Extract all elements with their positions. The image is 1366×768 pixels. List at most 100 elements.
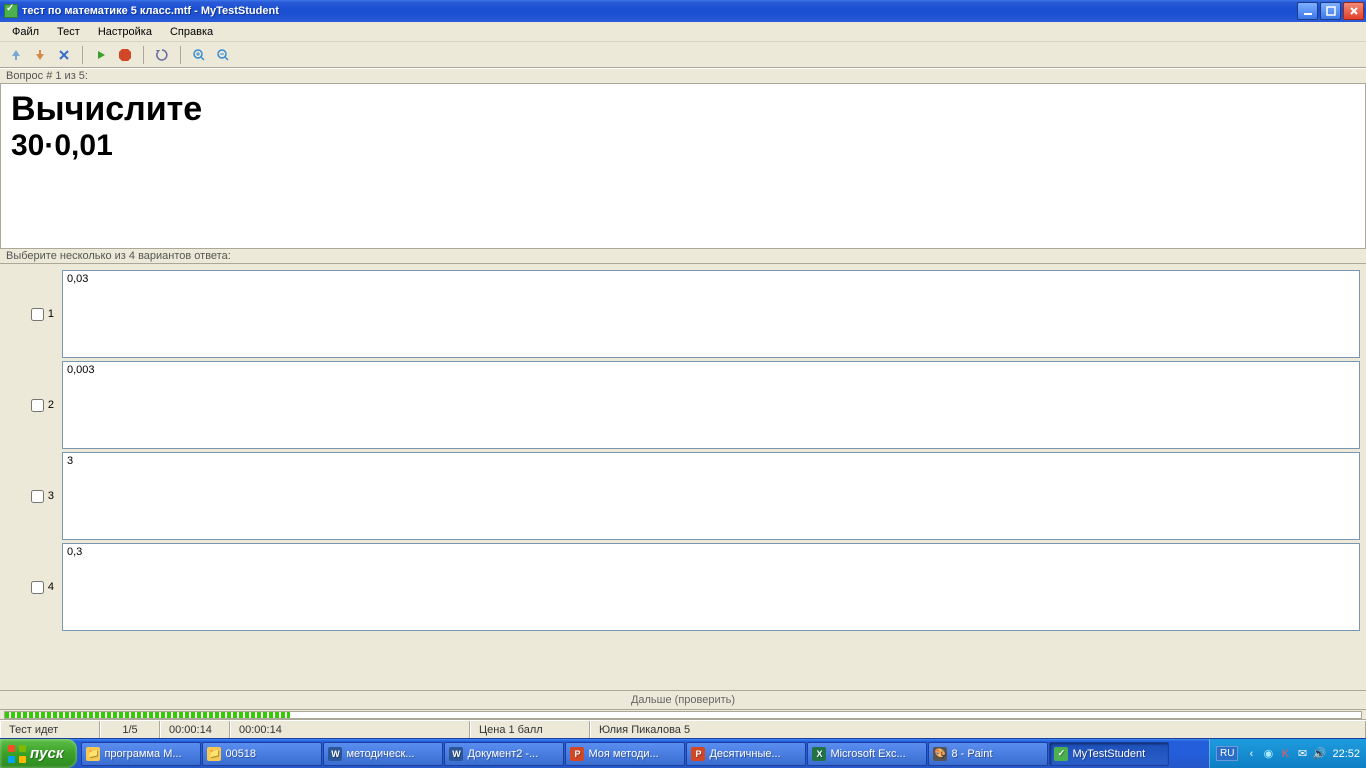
taskbar-item-label: Моя методи...: [588, 748, 658, 760]
window-titlebar: тест по математике 5 класс.mtf - MyTestS…: [0, 0, 1366, 22]
taskbar-item-icon: 📁: [207, 747, 221, 761]
toolbar-separator: [82, 46, 83, 64]
taskbar-items: 📁программа М...📁00518Wметодическ...WДоку…: [77, 739, 1209, 768]
answer-row: 33: [6, 452, 1360, 540]
menu-file[interactable]: Файл: [4, 24, 47, 40]
taskbar-item[interactable]: 🎨8 - Paint: [928, 742, 1048, 766]
answer-checkbox-1[interactable]: [31, 308, 44, 321]
menu-settings[interactable]: Настройка: [90, 24, 160, 40]
status-score: Цена 1 балл: [470, 721, 590, 738]
answer-checkbox-4[interactable]: [31, 581, 44, 594]
system-tray: RU ‹ ◉ K ✉ 🔊 22:52: [1209, 739, 1366, 768]
tray-back-icon[interactable]: ‹: [1244, 747, 1258, 761]
status-user: Юлия Пикалова 5: [590, 721, 1366, 738]
next-button[interactable]: Дальше (проверить): [0, 690, 1366, 710]
zoom-in-icon[interactable]: [189, 45, 209, 65]
taskbar-item[interactable]: ✓MyTestStudent: [1049, 742, 1169, 766]
taskbar-item-label: методическ...: [346, 748, 414, 760]
arrow-down-icon[interactable]: [30, 45, 50, 65]
taskbar-item-icon: W: [328, 747, 342, 761]
toolbar: [0, 42, 1366, 68]
status-time2: 00:00:14: [230, 721, 470, 738]
question-area: Вычислите 30·0,01: [0, 84, 1366, 248]
status-progress: 1/5: [100, 721, 160, 738]
taskbar-item-label: 8 - Paint: [951, 748, 992, 760]
progress-strip: [0, 710, 1366, 720]
answer-row: 40,3: [6, 543, 1360, 631]
answer-selector: 2: [6, 399, 62, 412]
taskbar-item-icon: P: [691, 747, 705, 761]
question-number-label: Вопрос # 1 из 5:: [0, 68, 1366, 84]
instruction-label: Выберите несколько из 4 вариантов ответа…: [0, 248, 1366, 264]
taskbar-item[interactable]: P Десятичные...: [686, 742, 806, 766]
taskbar-item-label: Microsoft Exc...: [830, 748, 905, 760]
taskbar: пуск 📁 программа М... 📁 00518 Wметодическ...…: [0, 738, 1366, 768]
answer-row: 10,03: [6, 270, 1360, 358]
status-time1: 00:00:14: [160, 721, 230, 738]
answer-row: 2 0,003: [6, 361, 1360, 449]
progress-bar: [4, 711, 1362, 719]
answer-checkbox-3[interactable]: [31, 490, 44, 503]
answer-number: 2: [48, 399, 54, 411]
taskbar-item[interactable]: 📁 программа М...: [81, 742, 201, 766]
answer-text-2[interactable]: 0,003: [62, 361, 1360, 449]
answer-text-1[interactable]: 0,03: [62, 270, 1360, 358]
zoom-out-icon[interactable]: [213, 45, 233, 65]
cancel-icon[interactable]: [54, 45, 74, 65]
taskbar-item-label: Десятичные...: [709, 748, 780, 760]
statusbar: Тест идет 1/5 00:00:14 00:00:14 Цена 1 б…: [0, 720, 1366, 738]
taskbar-clock[interactable]: 22:52: [1332, 748, 1360, 760]
language-indicator[interactable]: RU: [1216, 746, 1238, 761]
taskbar-item-icon: 📁: [86, 747, 100, 761]
stop-icon[interactable]: [115, 45, 135, 65]
taskbar-item-label: MyTestStudent: [1072, 748, 1145, 760]
answers-area: 10,0320,0033340,3: [0, 264, 1366, 690]
arrow-up-icon[interactable]: [6, 45, 26, 65]
close-button[interactable]: [1343, 2, 1364, 20]
status-running: Тест идет: [0, 721, 100, 738]
taskbar-item-label: 00518: [225, 748, 256, 760]
tray-wifi-icon[interactable]: ◉: [1261, 747, 1275, 761]
taskbar-item[interactable]: W Документ2 -...: [444, 742, 564, 766]
tray-volume-icon[interactable]: 🔊: [1312, 747, 1326, 761]
tray-mail-icon[interactable]: ✉: [1295, 747, 1309, 761]
tray-icons: ‹ ◉ K ✉ 🔊: [1244, 747, 1326, 761]
menu-test[interactable]: Тест: [49, 24, 88, 40]
answer-number: 3: [48, 490, 54, 502]
answer-selector: 4: [6, 581, 62, 594]
toolbar-separator: [180, 46, 181, 64]
start-label: пуск: [30, 745, 63, 762]
tray-shield-icon[interactable]: K: [1278, 747, 1292, 761]
answer-number: 1: [48, 308, 54, 320]
menu-help[interactable]: Справка: [162, 24, 221, 40]
answer-text-4[interactable]: 0,3: [62, 543, 1360, 631]
taskbar-item-icon: W: [449, 747, 463, 761]
taskbar-item[interactable]: P Моя методи...: [565, 742, 685, 766]
taskbar-item[interactable]: Wметодическ...: [323, 742, 443, 766]
answer-selector: 3: [6, 490, 62, 503]
taskbar-item-icon: P: [570, 747, 584, 761]
answer-text-3[interactable]: 3: [62, 452, 1360, 540]
taskbar-item[interactable]: X Microsoft Exc...: [807, 742, 927, 766]
taskbar-item-label: программа М...: [104, 748, 181, 760]
answer-number: 4: [48, 581, 54, 593]
taskbar-item-icon: X: [812, 747, 826, 761]
play-icon[interactable]: [91, 45, 111, 65]
app-icon: [4, 4, 18, 18]
window-buttons: [1297, 2, 1366, 20]
question-line1: Вычислите: [11, 90, 1355, 129]
start-button[interactable]: пуск: [0, 739, 77, 768]
maximize-button[interactable]: [1320, 2, 1341, 20]
refresh-icon[interactable]: [152, 45, 172, 65]
answer-selector: 1: [6, 308, 62, 321]
progress-fill: [5, 712, 290, 718]
toolbar-separator: [143, 46, 144, 64]
question-line2: 30·0,01: [11, 129, 1355, 163]
windows-logo-icon: [8, 745, 26, 763]
window-title: тест по математике 5 класс.mtf - MyTestS…: [22, 5, 1297, 17]
taskbar-item-label: Документ2 -...: [467, 748, 538, 760]
taskbar-item[interactable]: 📁 00518: [202, 742, 322, 766]
minimize-button[interactable]: [1297, 2, 1318, 20]
answer-checkbox-2[interactable]: [31, 399, 44, 412]
menubar: Файл Тест Настройка Справка: [0, 22, 1366, 42]
